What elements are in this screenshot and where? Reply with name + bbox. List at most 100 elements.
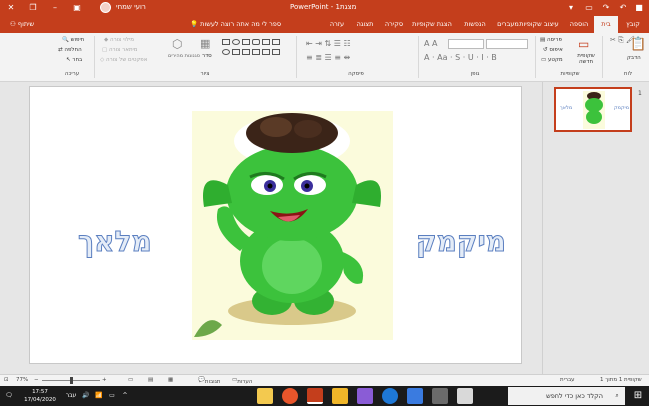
shape-arrow-icon[interactable] [242,49,250,55]
edge-icon[interactable] [382,388,398,404]
ribbon-display-options-button[interactable]: ▣ [66,0,88,16]
select-button[interactable]: ↖ בחר [66,57,82,63]
app-icon[interactable] [432,388,448,404]
tab-design[interactable]: עיצוב שקופיות [513,16,565,33]
paste-icon[interactable]: 📋 [630,37,646,52]
shape-arrow-icon[interactable] [252,49,260,55]
share-label: שיתוף [17,20,35,28]
comments-button[interactable]: 💬 תגובות [198,377,221,385]
monster-image[interactable] [192,111,393,340]
shape-textbox-icon[interactable] [262,39,270,45]
slide-thumbnail[interactable]: מלאך מיקמק [554,87,632,132]
zoom-level[interactable]: 77% [16,377,28,383]
shape-rectangle-icon[interactable] [222,39,230,45]
font-size-box[interactable] [448,39,484,49]
windows-start-icon[interactable]: ⊞ [628,386,648,406]
taskbar-search-input[interactable]: הקלד כאן כדי לחפש [508,387,625,405]
reading-view-icon[interactable]: ▤ [148,377,153,383]
close-window-button[interactable]: ✕ [0,0,22,16]
shape-fill-button[interactable]: ◆ מילוי צורה [104,37,134,43]
section-button[interactable]: ▭ מקטע [541,57,563,63]
tab-insert[interactable]: הוספה [566,16,592,33]
font-name-box[interactable] [486,39,528,49]
shape-brace-icon[interactable] [262,49,270,55]
group-label-font: גופן [470,71,480,77]
zoom-in-icon[interactable]: + [102,377,107,383]
share-button[interactable]: ⚇ שיתוף [10,16,34,33]
search-icon[interactable]: ⌕ [611,386,623,406]
slide-left-text[interactable]: מלאך [78,225,153,259]
notification-icon[interactable]: 🗨 [0,386,18,406]
clock-date: 17/04/2020 [24,397,56,403]
app-store-icon[interactable] [257,388,273,404]
tab-help[interactable]: עזרה [325,16,349,33]
app-icon[interactable] [407,388,423,404]
sorter-view-icon[interactable]: ▦ [168,377,173,383]
battery-icon[interactable]: ▭ [106,386,118,406]
app-icon[interactable] [457,388,473,404]
new-slide-label[interactable]: שקופית חדשה [574,53,598,65]
arrange-label[interactable]: סדר [202,53,212,59]
quick-styles-icon[interactable]: ⬡ [172,37,182,51]
file-explorer-icon[interactable] [332,388,348,404]
thumbnail-image [583,91,605,129]
thumbnail-number: 1 [638,90,642,97]
shape-effects-button[interactable]: ◇ אפקטים של צורה [100,57,147,63]
volume-icon[interactable]: 🔊 [80,386,92,406]
slide-right-text[interactable]: מיקמק [415,225,506,259]
minimize-window-button[interactable]: – [44,0,66,16]
zoom-out-icon[interactable]: − [34,377,39,383]
shape-oval-icon[interactable] [232,39,240,45]
app-icon[interactable] [357,388,373,404]
find-button[interactable]: 🔍 חיפוש [62,37,84,43]
tab-view[interactable]: תצוגה [351,16,379,33]
show-hidden-icons-icon[interactable]: ^ [119,386,131,406]
slideshow-view-icon[interactable]: ▭ [128,377,133,383]
new-slide-icon[interactable]: ▭ [578,37,589,51]
network-icon[interactable]: 📶 [93,386,105,406]
arrange-icon[interactable]: ▦ [200,37,210,50]
shape-triangle-icon[interactable] [232,49,240,55]
reset-button[interactable]: ↺ איפוס [543,47,563,53]
select-label: בחר [72,57,83,63]
tab-home[interactable]: בית [594,16,618,33]
user-name[interactable]: רועי שמחי [116,3,146,11]
shape-line-icon[interactable] [272,39,280,45]
layout-button[interactable]: ▤ פריסה [540,37,562,43]
tab-file[interactable]: קובץ [620,16,646,33]
shape-circle-icon[interactable] [222,49,230,55]
tab-slideshow[interactable]: הצגת שקופיות [408,16,456,33]
shape-star-icon[interactable] [272,49,280,55]
notes-button[interactable]: ▭ הערות [232,377,252,385]
group-label-editing: עריכה [64,71,80,77]
paste-label[interactable]: הדבק [627,55,641,61]
font-grow-icon[interactable]: A A [424,39,438,48]
group-label-slides: שקופיות [560,71,580,77]
alignment-controls[interactable]: ≡ ≣ ☰ ≡ ⇹ [306,53,350,62]
find-label: חיפוש [70,37,85,43]
save-icon[interactable]: ■ [628,0,649,16]
tab-animations[interactable]: הנפשות [458,16,492,33]
clock[interactable]: 17:57 17/04/2020 [20,386,60,406]
language-indicator[interactable]: עבר [64,386,78,406]
user-avatar[interactable] [100,2,111,13]
fit-to-window-icon[interactable]: ⊡ [4,377,9,383]
paragraph-controls[interactable]: ⇤ ⇥ ⇅ ☰ ☷ [306,39,351,48]
notes-label: הערות [237,379,253,385]
shape-effects-label: אפקטים של צורה [105,57,148,63]
maximize-window-button[interactable]: ❐ [22,0,44,16]
layout-label: פריסה [546,37,562,43]
shape-rounded-rectangle-icon[interactable] [252,39,260,45]
tab-review[interactable]: סקירה [381,16,407,33]
quick-styles-label[interactable]: סגנונות מהירים [168,53,200,59]
zoom-slider-thumb[interactable] [70,377,73,384]
tell-me-box[interactable]: 💡 ספר לי מה אתה רוצה לעשות [190,16,281,33]
font-format-controls[interactable]: A · Aa · S · U · I · B [424,53,497,62]
powerpoint-icon[interactable] [307,388,323,404]
shape-rectangle-icon[interactable] [242,39,250,45]
language-indicator[interactable]: עברית [560,377,575,383]
chrome-icon[interactable] [282,388,298,404]
shape-outline-button[interactable]: ▢ מיתאר צורה [102,47,138,53]
replace-button[interactable]: ⇄ החלפה [58,47,82,53]
ribbon-separator [418,36,419,78]
